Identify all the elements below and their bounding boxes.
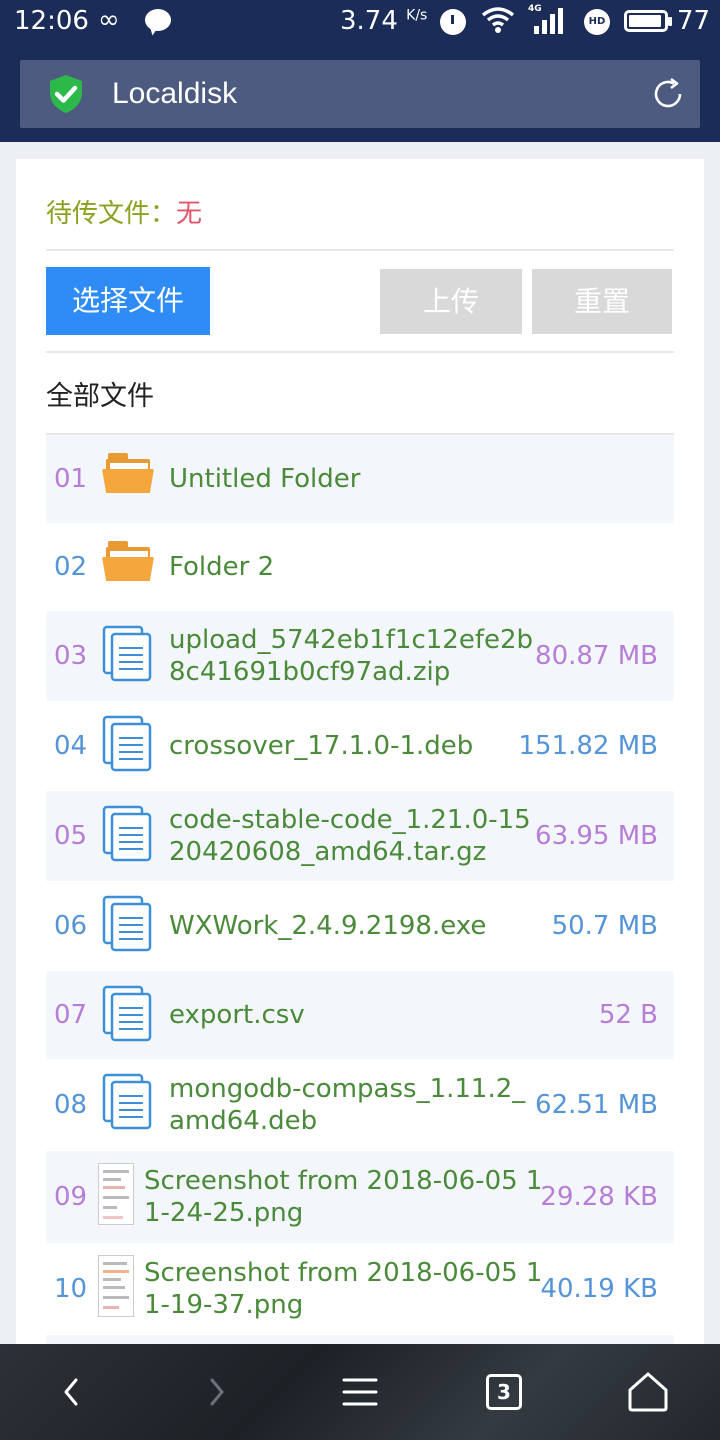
network-type-label: 4G xyxy=(528,4,542,14)
document-icon xyxy=(102,1073,152,1130)
status-time: 12:06 xyxy=(14,6,89,36)
file-name: mongodb-compass_1.11.2_amd64.deb xyxy=(169,1074,526,1136)
file-size: 29.28 KB xyxy=(540,1182,658,1212)
back-icon[interactable] xyxy=(48,1368,96,1416)
file-size: 40.19 KB xyxy=(540,1274,658,1304)
file-size: 63.95 MB xyxy=(535,821,658,851)
document-icon xyxy=(102,715,152,772)
select-file-button[interactable]: 选择文件 xyxy=(46,267,210,335)
file-index: 08 xyxy=(54,1090,88,1120)
file-index: 04 xyxy=(54,731,88,761)
file-size: 62.51 MB xyxy=(535,1090,658,1120)
all-files-heading: 全部文件 xyxy=(46,381,154,412)
loop-icon: ∞ xyxy=(98,5,120,35)
page-title: Localdisk xyxy=(112,77,238,110)
file-row[interactable]: 02 Folder 2 xyxy=(46,523,674,611)
file-index: 09 xyxy=(54,1182,88,1212)
shield-check-icon xyxy=(50,75,82,113)
pending-files: 待传文件：无 xyxy=(46,193,202,230)
file-size: 80.87 MB xyxy=(535,641,658,671)
file-index: 01 xyxy=(54,464,88,494)
file-row[interactable]: 03 upload_5742eb1f1c12efe2b8c41691b0cf97… xyxy=(46,611,674,701)
document-icon xyxy=(102,895,152,952)
refresh-icon[interactable] xyxy=(650,76,686,112)
status-bar: 12:06 ∞ 3.74 K/s 4G HD 77 xyxy=(0,0,720,46)
file-row[interactable]: 08 mongodb-compass_1.11.2_amd64.deb 62.5… xyxy=(46,1059,674,1151)
divider xyxy=(46,249,674,251)
file-manager-card: 待传文件：无 选择文件 上传 重置 全部文件 01 Untitled Folde… xyxy=(16,159,704,1359)
file-list: 01 Untitled Folder 02 Folder 2 03 upload… xyxy=(46,435,674,1355)
tabs-button[interactable]: 3 xyxy=(480,1368,528,1416)
image-thumbnail-icon xyxy=(98,1163,134,1225)
file-name: code-stable-code_1.21.0-1520420608_amd64… xyxy=(169,805,531,867)
signal-icon: 4G xyxy=(528,4,566,34)
file-index: 03 xyxy=(54,641,88,671)
tabs-count-icon: 3 xyxy=(486,1374,522,1410)
file-name: Screenshot from 2018-06-05 11-19-37.png xyxy=(144,1258,543,1320)
file-name: crossover_17.1.0-1.deb xyxy=(169,731,474,761)
chat-bubble-icon xyxy=(145,9,171,31)
network-speed-unit: K/s xyxy=(406,7,428,24)
reset-button[interactable]: 重置 xyxy=(532,269,672,334)
address-bar[interactable]: Localdisk xyxy=(20,60,700,128)
file-name: export.csv xyxy=(169,1000,305,1030)
file-row[interactable]: 10 Screenshot from 2018-06-05 11-19-37.p… xyxy=(46,1243,674,1335)
file-row[interactable]: 09 Screenshot from 2018-06-05 11-24-25.p… xyxy=(46,1151,674,1243)
image-thumbnail-icon xyxy=(98,1255,134,1317)
file-size: 151.82 MB xyxy=(518,731,658,761)
file-size: 50.7 MB xyxy=(551,911,658,941)
battery-level: 77 xyxy=(677,6,711,36)
file-index: 10 xyxy=(54,1274,88,1304)
file-size: 52 B xyxy=(598,1000,658,1030)
menu-icon[interactable] xyxy=(336,1368,384,1416)
hd-icon: HD xyxy=(584,9,610,35)
home-icon[interactable] xyxy=(624,1368,672,1416)
upload-button[interactable]: 上传 xyxy=(380,269,522,334)
battery-icon xyxy=(624,10,672,32)
wifi-icon xyxy=(481,6,515,40)
pending-value: 无 xyxy=(176,199,203,229)
folder-icon xyxy=(102,537,154,595)
file-row[interactable]: 04 crossover_17.1.0-1.deb 151.82 MB xyxy=(46,701,674,791)
network-speed: 3.74 K/s xyxy=(340,6,427,36)
file-name: Screenshot from 2018-06-05 11-24-25.png xyxy=(144,1166,543,1228)
file-index: 05 xyxy=(54,821,88,851)
file-row[interactable]: 05 code-stable-code_1.21.0-1520420608_am… xyxy=(46,791,674,881)
file-name: Untitled Folder xyxy=(169,464,361,494)
alarm-icon xyxy=(440,9,466,35)
file-row[interactable]: 07 export.csv 52 B xyxy=(46,971,674,1059)
document-icon xyxy=(102,625,152,682)
file-name: upload_5742eb1f1c12efe2b8c41691b0cf97ad.… xyxy=(169,625,534,687)
bottom-navigation-bar: 3 xyxy=(0,1344,720,1440)
file-name: WXWork_2.4.9.2198.exe xyxy=(169,911,487,941)
file-index: 02 xyxy=(54,552,88,582)
file-name: Folder 2 xyxy=(169,552,275,582)
tabs-count: 3 xyxy=(497,1380,511,1404)
file-row[interactable]: 01 Untitled Folder xyxy=(46,435,674,523)
folder-icon xyxy=(102,449,154,507)
divider xyxy=(46,351,674,353)
file-index: 07 xyxy=(54,1000,88,1030)
file-index: 06 xyxy=(54,911,88,941)
document-icon xyxy=(102,805,152,862)
forward-icon[interactable] xyxy=(192,1368,240,1416)
pending-label: 待传文件： xyxy=(46,199,177,229)
network-speed-value: 3.74 xyxy=(340,6,398,36)
file-row[interactable]: 06 WXWork_2.4.9.2198.exe 50.7 MB xyxy=(46,881,674,971)
document-icon xyxy=(102,985,152,1042)
